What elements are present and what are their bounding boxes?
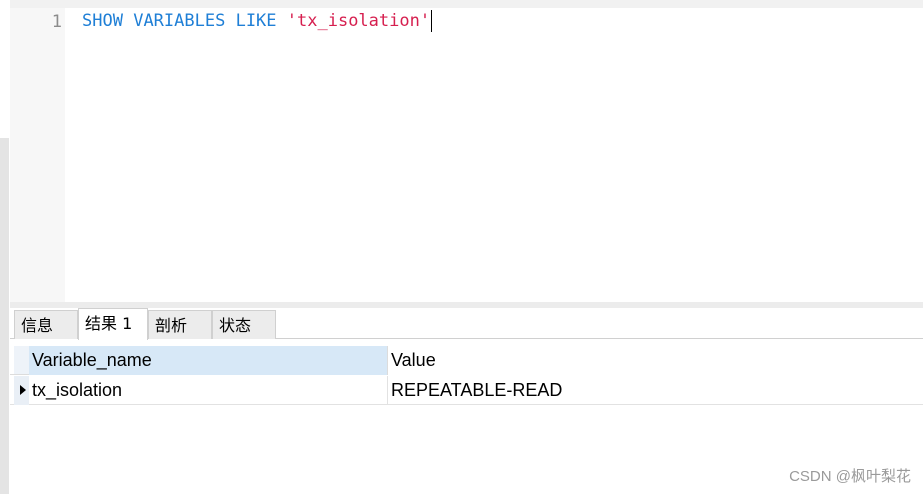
current-row-arrow-icon <box>14 376 29 405</box>
table-row[interactable]: tx_isolation REPEATABLE-READ <box>10 376 923 405</box>
editor-top-band <box>10 0 923 8</box>
tab-status[interactable]: 状态 <box>212 310 276 339</box>
line-number-gutter: 1 <box>10 8 65 302</box>
line-number: 1 <box>51 12 62 32</box>
column-header-value[interactable]: Value <box>388 346 923 375</box>
result-grid: Variable_name Value tx_isolation REPEATA… <box>10 340 923 494</box>
window-left-edge <box>0 0 10 494</box>
sql-keyword-like: LIKE <box>235 11 277 31</box>
grid-header-row: Variable_name Value <box>10 346 923 375</box>
sql-keyword-show: SHOW <box>82 11 123 31</box>
cell-variable-name[interactable]: tx_isolation <box>29 376 388 405</box>
tab-result-1[interactable]: 结果 1 <box>78 308 148 340</box>
text-caret <box>431 10 433 32</box>
row-indicator-header <box>14 346 29 374</box>
sql-string-literal: 'tx_isolation' <box>286 11 431 31</box>
code-line[interactable]: SHOW VARIABLES LIKE 'tx_isolation' <box>82 10 433 32</box>
sql-keyword-variables: VARIABLES <box>133 11 226 31</box>
result-tab-bar: 信息 结果 1 剖析 状态 <box>10 308 923 340</box>
column-header-variable-name[interactable]: Variable_name <box>29 346 388 375</box>
cell-value[interactable]: REPEATABLE-READ <box>388 376 923 405</box>
tab-info[interactable]: 信息 <box>14 310 78 339</box>
left-scrollbar[interactable] <box>0 138 9 494</box>
watermark: CSDN @枫叶梨花 <box>789 468 911 485</box>
sql-editor[interactable]: 1 SHOW VARIABLES LIKE 'tx_isolation' <box>10 8 923 302</box>
tab-profile[interactable]: 剖析 <box>148 310 212 339</box>
